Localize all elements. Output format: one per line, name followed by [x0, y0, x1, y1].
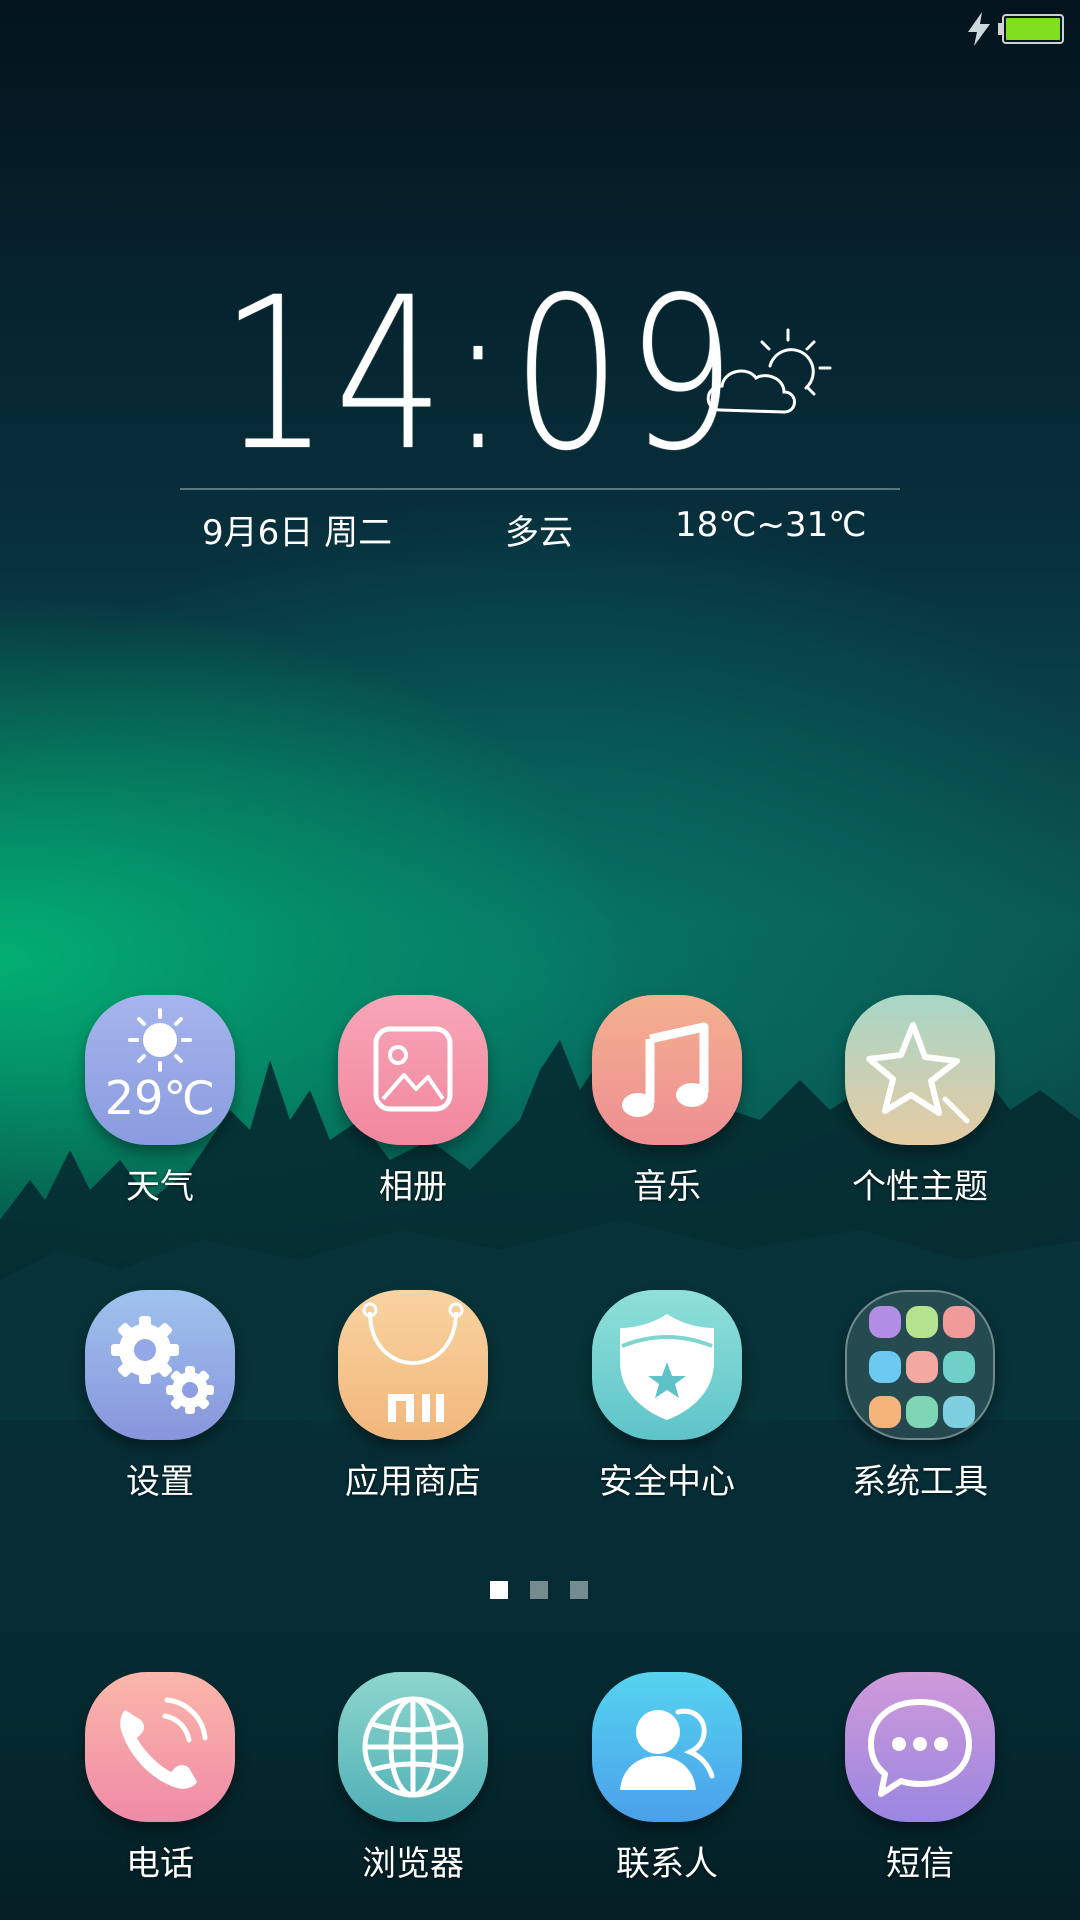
folder-icon	[845, 1290, 995, 1440]
app-label: 天气	[126, 1167, 194, 1207]
app-label: 应用商店	[345, 1462, 481, 1502]
mini-app-icon	[906, 1396, 938, 1428]
image-icon	[373, 1026, 453, 1112]
app-label: 短信	[886, 1844, 954, 1884]
clock-weather-widget[interactable]: 14:09 9月6日 周二 多云 18℃~31℃	[180, 260, 900, 560]
mini-app-icon	[943, 1306, 975, 1338]
music-note-icon	[622, 1022, 709, 1117]
partly-cloudy-icon	[706, 328, 832, 414]
browser-app-icon	[338, 1672, 488, 1822]
settings-app-icon	[85, 1290, 235, 1440]
app-label: 个性主题	[852, 1167, 988, 1207]
folder-system-tools[interactable]: 系统工具	[820, 1290, 1020, 1530]
page-dot[interactable]	[530, 1581, 548, 1599]
themes-app-icon	[845, 995, 995, 1145]
page-dot-active[interactable]	[490, 1581, 508, 1599]
status-bar	[0, 0, 1080, 60]
app-gallery[interactable]: 相册	[313, 995, 513, 1235]
music-app-icon	[592, 995, 742, 1145]
lightning-bolt-icon	[968, 12, 990, 46]
mini-app-icon	[943, 1396, 975, 1428]
mini-app-icon	[869, 1306, 901, 1338]
star-icon	[866, 1022, 970, 1124]
app-label: 音乐	[633, 1167, 701, 1207]
globe-icon	[362, 1696, 464, 1798]
app-contacts[interactable]: 联系人	[567, 1672, 767, 1912]
shopping-bag-icon	[362, 1302, 464, 1422]
mini-app-icon	[869, 1396, 901, 1428]
chat-bubble-icon	[868, 1699, 972, 1797]
app-label: 安全中心	[599, 1462, 735, 1502]
mini-app-icon	[906, 1306, 938, 1338]
weather-condition: 多云	[505, 513, 573, 553]
store-app-icon	[338, 1290, 488, 1440]
clock-divider	[180, 488, 900, 490]
page-indicator[interactable]	[490, 1581, 590, 1601]
messages-app-icon	[845, 1672, 995, 1822]
app-label: 浏览器	[362, 1844, 464, 1884]
weather-app-temp: 29℃	[104, 1071, 216, 1125]
clock-time: 14:09	[220, 252, 741, 497]
phone-app-icon	[85, 1672, 235, 1822]
app-label: 系统工具	[852, 1462, 988, 1502]
app-browser[interactable]: 浏览器	[313, 1672, 513, 1912]
app-label: 电话	[126, 1844, 194, 1884]
temperature-range: 18℃~31℃	[675, 505, 867, 545]
app-label: 相册	[379, 1167, 447, 1207]
app-music[interactable]: 音乐	[567, 995, 767, 1235]
page-dot[interactable]	[570, 1581, 588, 1599]
battery-full-icon	[998, 14, 1064, 44]
security-app-icon	[592, 1290, 742, 1440]
app-weather[interactable]: 29℃ 天气	[60, 995, 260, 1235]
app-settings[interactable]: 设置	[60, 1290, 260, 1530]
date-text: 9月6日 周二	[202, 513, 393, 553]
phone-icon	[120, 1697, 208, 1789]
mini-app-icon	[943, 1351, 975, 1383]
app-messages[interactable]: 短信	[820, 1672, 1020, 1912]
mini-app-icon	[906, 1351, 938, 1383]
app-label: 设置	[126, 1462, 194, 1502]
app-store[interactable]: 应用商店	[313, 1290, 513, 1530]
app-themes[interactable]: 个性主题	[820, 995, 1020, 1235]
shield-star-icon	[620, 1314, 714, 1420]
app-label: 联系人	[616, 1844, 718, 1884]
weather-app-icon: 29℃	[85, 995, 235, 1145]
gallery-app-icon	[338, 995, 488, 1145]
app-phone[interactable]: 电话	[60, 1672, 260, 1912]
contacts-icon	[620, 1708, 715, 1790]
contacts-app-icon	[592, 1672, 742, 1822]
gears-icon	[111, 1316, 214, 1414]
app-security-center[interactable]: 安全中心	[567, 1290, 767, 1530]
mini-app-icon	[869, 1351, 901, 1383]
